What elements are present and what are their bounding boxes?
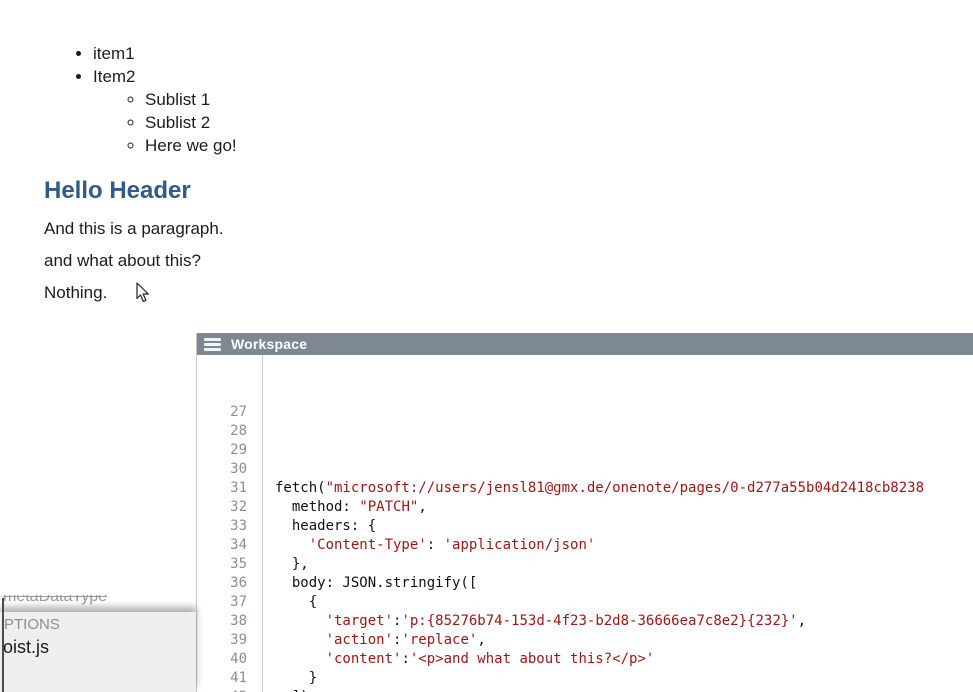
- code-text: [262, 403, 275, 422]
- autocomplete-item[interactable]: oist.js: [3, 637, 196, 658]
- line-number[interactable]: 33: [197, 517, 262, 536]
- code-line[interactable]: 36 body: JSON.stringify([: [197, 574, 973, 593]
- list-item: Sublist 2: [145, 111, 973, 134]
- sub-bullet-list: Sublist 1 Sublist 2 Here we go!: [93, 88, 973, 157]
- code-text: [262, 422, 275, 441]
- paragraph: and what about this?: [44, 252, 973, 269]
- code-text: fetch("microsoft://users/jensl81@gmx.de/…: [262, 479, 924, 498]
- line-number[interactable]: 32: [197, 498, 262, 517]
- code-text: {: [262, 593, 317, 612]
- code-line[interactable]: 31fetch("microsoft://users/jensl81@gmx.d…: [197, 479, 973, 498]
- line-number[interactable]: 30: [197, 460, 262, 479]
- workspace-header: Workspace: [197, 333, 973, 355]
- line-number[interactable]: 36: [197, 574, 262, 593]
- code-line[interactable]: 39 'action':'replace',: [197, 631, 973, 650]
- code-text: }: [262, 669, 317, 688]
- list-item: Sublist 1: [145, 88, 973, 111]
- line-number[interactable]: 39: [197, 631, 262, 650]
- list-item-text: Sublist 2: [145, 113, 210, 132]
- code-text: ]): [262, 688, 309, 692]
- gutter-separator: [262, 355, 263, 692]
- code-line[interactable]: 28: [197, 422, 973, 441]
- line-number[interactable]: 27: [197, 403, 262, 422]
- list-item: item1: [93, 42, 973, 65]
- code-line[interactable]: 34 'Content-Type': 'application/json': [197, 536, 973, 555]
- rendered-page: item1 Item2 Sublist 1 Sublist 2 Here we …: [0, 0, 973, 301]
- code-line[interactable]: 40 'content':'<p>and what about this?</p…: [197, 650, 973, 669]
- bullet-list: item1 Item2 Sublist 1 Sublist 2 Here we …: [0, 42, 973, 157]
- code-line[interactable]: 30: [197, 460, 973, 479]
- code-text: 'content':'<p>and what about this?</p>': [262, 650, 654, 669]
- page: { "document": { "list": ["item1", "Item2…: [0, 0, 973, 692]
- code-text: headers: {: [262, 517, 376, 536]
- code-text: 'action':'replace',: [262, 631, 486, 650]
- code-line[interactable]: 33 headers: {: [197, 517, 973, 536]
- code-text: method: "PATCH",: [262, 498, 427, 517]
- line-number[interactable]: 38: [197, 612, 262, 631]
- autocomplete-clipped-item[interactable]: metaDataType: [0, 595, 196, 612]
- list-item-text: Here we go!: [145, 136, 237, 155]
- line-number[interactable]: 34: [197, 536, 262, 555]
- line-number[interactable]: 42: [197, 688, 262, 692]
- mouse-cursor-icon: [136, 282, 150, 303]
- page-heading: Hello Header: [44, 177, 973, 205]
- code-text: [262, 460, 275, 479]
- code-text: 'target':'p:{85276b74-153d-4f23-b2d8-366…: [262, 612, 806, 631]
- paragraph: And this is a paragraph.: [44, 220, 973, 237]
- line-number[interactable]: 31: [197, 479, 262, 498]
- list-item-text: item1: [93, 44, 135, 63]
- line-number[interactable]: 41: [197, 669, 262, 688]
- code-text: body: JSON.stringify([: [262, 574, 477, 593]
- autocomplete-item-label: metaDataType: [3, 595, 107, 606]
- list-item: Item2 Sublist 1 Sublist 2 Here we go!: [93, 65, 973, 157]
- line-number[interactable]: 28: [197, 422, 262, 441]
- code-line[interactable]: 38 'target':'p:{85276b74-153d-4f23-b2d8-…: [197, 612, 973, 631]
- code-line[interactable]: 41 }: [197, 669, 973, 688]
- code-text: [262, 441, 275, 460]
- list-item: Here we go!: [145, 134, 973, 157]
- code-line[interactable]: 27: [197, 403, 973, 422]
- list-item-text: Item2: [93, 67, 136, 86]
- workspace-panel: Workspace 2728293031fetch("microsoft://u…: [196, 333, 973, 692]
- code-line[interactable]: 37 {: [197, 593, 973, 612]
- autocomplete-popup: PTIONS oist.js: [0, 612, 196, 692]
- line-number[interactable]: 29: [197, 441, 262, 460]
- hamburger-menu-icon[interactable]: [204, 338, 221, 351]
- code-line[interactable]: 42 ]): [197, 688, 973, 692]
- list-item-text: Sublist 1: [145, 90, 210, 109]
- code-line[interactable]: 29: [197, 441, 973, 460]
- code-text: },: [262, 555, 309, 574]
- code-text: 'Content-Type': 'application/json': [262, 536, 595, 555]
- line-number[interactable]: 35: [197, 555, 262, 574]
- autocomplete-item[interactable]: PTIONS: [4, 616, 196, 633]
- line-number[interactable]: 40: [197, 650, 262, 669]
- code-line[interactable]: 32 method: "PATCH",: [197, 498, 973, 517]
- workspace-title: Workspace: [231, 336, 307, 352]
- paragraph: Nothing.: [44, 284, 973, 301]
- popup-left-border: [2, 598, 4, 692]
- code-line[interactable]: 35 },: [197, 555, 973, 574]
- code-editor[interactable]: 2728293031fetch("microsoft://users/jensl…: [197, 355, 973, 692]
- line-number[interactable]: 37: [197, 593, 262, 612]
